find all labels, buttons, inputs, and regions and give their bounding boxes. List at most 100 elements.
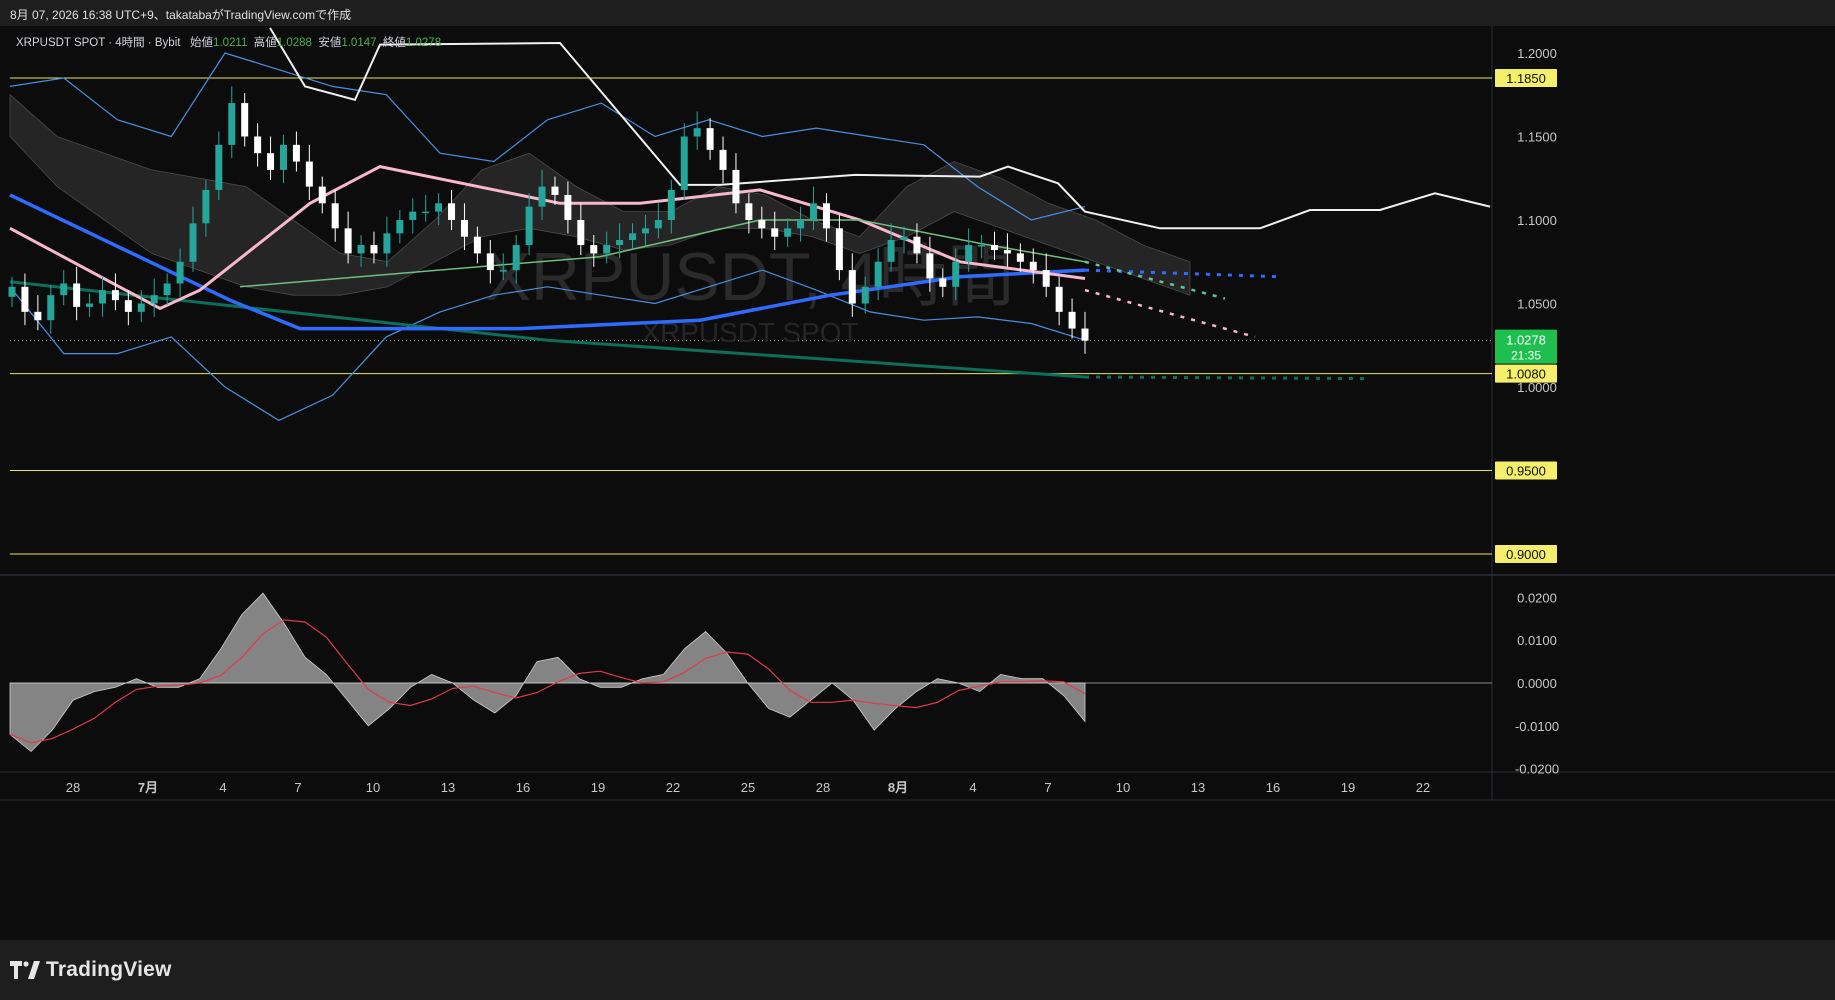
candle-body xyxy=(202,189,210,224)
candle-body xyxy=(887,240,895,262)
candle-body xyxy=(189,223,197,262)
candle-body xyxy=(654,220,662,229)
candle-body xyxy=(991,245,999,251)
close-value: 1.0278 xyxy=(405,37,442,49)
candle-body xyxy=(564,194,572,220)
candle-body xyxy=(473,236,481,254)
time-tick-label: 22 xyxy=(1416,780,1430,795)
time-tick-label: 8月 xyxy=(888,780,908,795)
footer-bar xyxy=(0,940,1835,1000)
time-tick-label: 16 xyxy=(516,780,530,795)
candle-body xyxy=(706,128,714,150)
candle-body xyxy=(318,186,326,204)
candle-body xyxy=(448,203,456,220)
candle-body xyxy=(525,206,533,246)
price-tick-label: 1.1500 xyxy=(1517,130,1557,145)
candle-body xyxy=(719,149,727,170)
candle-body xyxy=(499,270,507,272)
candle-body xyxy=(34,311,42,321)
brand-name: TradingView xyxy=(46,958,172,981)
chart-caption: 8月 07, 2026 16:38 UTC+9、takatabaがTrading… xyxy=(10,8,352,22)
candle-body xyxy=(396,220,404,234)
price-tick-label: 1.0500 xyxy=(1517,297,1557,312)
time-tick-label: 10 xyxy=(366,780,380,795)
caption-bar: 8月 07, 2026 16:38 UTC+9、takatabaがTrading… xyxy=(0,0,1835,26)
candle-body xyxy=(874,261,882,287)
candle-body xyxy=(60,283,68,296)
high-label: 高値 xyxy=(253,37,277,49)
candle-body xyxy=(1029,261,1037,271)
candle-body xyxy=(926,253,934,279)
level-label: 1.1850 xyxy=(1506,71,1546,86)
time-tick-label: 7 xyxy=(294,780,301,795)
high-value: 1.0288 xyxy=(276,37,312,49)
time-tick-label: 10 xyxy=(1116,780,1130,795)
candle-body xyxy=(810,203,818,220)
candle-body xyxy=(486,253,494,271)
time-tick-label: 16 xyxy=(1266,780,1280,795)
candle-body xyxy=(965,245,973,262)
tradingview-logo[interactable]: TradingView xyxy=(10,958,172,982)
candle-body xyxy=(590,245,598,254)
time-tick-label: 4 xyxy=(219,780,226,795)
candle-body xyxy=(758,220,766,229)
candle-body xyxy=(797,220,805,229)
candle-body xyxy=(241,103,249,137)
candle-body xyxy=(435,203,443,212)
candle-body xyxy=(409,211,417,220)
candle-body xyxy=(331,203,339,229)
time-tick-label: 28 xyxy=(816,780,830,795)
candle-body xyxy=(745,203,753,220)
candle-body xyxy=(344,228,352,254)
price-tick-label: 1.1000 xyxy=(1517,213,1557,228)
candle-body xyxy=(952,261,960,287)
candle-body xyxy=(383,233,391,254)
candle-body xyxy=(603,245,611,254)
chart-canvas[interactable]: 1.18501.00800.95000.90001.027821:35 XRPU… xyxy=(0,26,1835,940)
symbol-line: XRPUSDT SPOT · 4時間 · Bybit xyxy=(16,37,181,49)
candle-body xyxy=(822,203,830,229)
tradingview-logo-icon xyxy=(10,961,40,979)
candle-body xyxy=(835,228,843,271)
candle-body xyxy=(254,136,262,154)
time-tick-label: 19 xyxy=(591,780,605,795)
candle-body xyxy=(667,189,675,220)
time-tick-label: 7 xyxy=(1044,780,1051,795)
candle-body xyxy=(228,103,236,145)
time-tick-label: 22 xyxy=(666,780,680,795)
candle-body xyxy=(1042,270,1050,287)
candle-body xyxy=(150,295,158,304)
candle-body xyxy=(512,245,520,271)
price-axis-background xyxy=(1492,26,1835,940)
time-tick-label: 13 xyxy=(1191,780,1205,795)
candle-body xyxy=(641,228,649,234)
candle-body xyxy=(1016,253,1024,262)
candle-body xyxy=(1055,286,1063,312)
time-tick-label: 7月 xyxy=(138,780,158,795)
osc-tick-label: -0.0100 xyxy=(1515,719,1559,734)
time-tick-label: 28 xyxy=(66,780,80,795)
time-tick-label: 19 xyxy=(1341,780,1355,795)
candle-body xyxy=(305,161,313,187)
candle-body xyxy=(900,236,908,241)
candle-body xyxy=(176,261,184,284)
candle-body xyxy=(215,144,223,190)
candle-body xyxy=(163,283,171,296)
bar-countdown: 21:35 xyxy=(1511,349,1541,363)
candle-body xyxy=(848,270,856,304)
candle-body xyxy=(784,228,792,237)
candle-body xyxy=(370,245,378,254)
candle-body xyxy=(913,236,921,254)
candle-body xyxy=(8,286,16,297)
candle-body xyxy=(1068,311,1076,329)
candle-body xyxy=(732,169,740,204)
time-tick-label: 4 xyxy=(969,780,976,795)
candle-body xyxy=(422,211,430,214)
candle-body xyxy=(771,228,779,237)
candle-body xyxy=(47,295,55,321)
candle-body xyxy=(460,220,468,237)
level-label: 0.9500 xyxy=(1506,464,1546,479)
candle-body xyxy=(629,233,637,241)
low-value: 1.0147 xyxy=(341,37,377,49)
candle-body xyxy=(1081,328,1089,341)
